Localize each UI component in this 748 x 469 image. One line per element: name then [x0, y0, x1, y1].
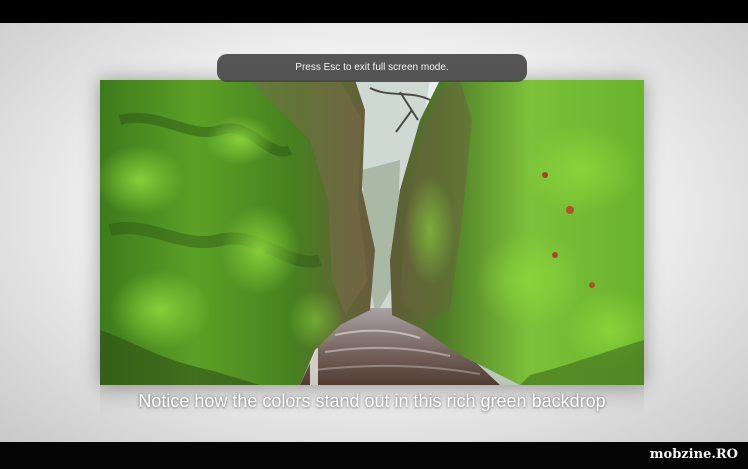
- fullscreen-viewer: Press Esc to exit full screen mode. Noti…: [0, 0, 748, 469]
- site-watermark: mobzine.RO: [649, 447, 738, 462]
- top-letterbox-bar: [0, 0, 748, 23]
- slide-caption: Notice how the colors stand out in this …: [138, 391, 606, 411]
- bottom-letterbox-bar: [0, 442, 748, 469]
- canyon-image: [100, 80, 644, 385]
- slide-photo[interactable]: [100, 80, 644, 385]
- exit-fullscreen-hint: Press Esc to exit full screen mode.: [217, 54, 527, 82]
